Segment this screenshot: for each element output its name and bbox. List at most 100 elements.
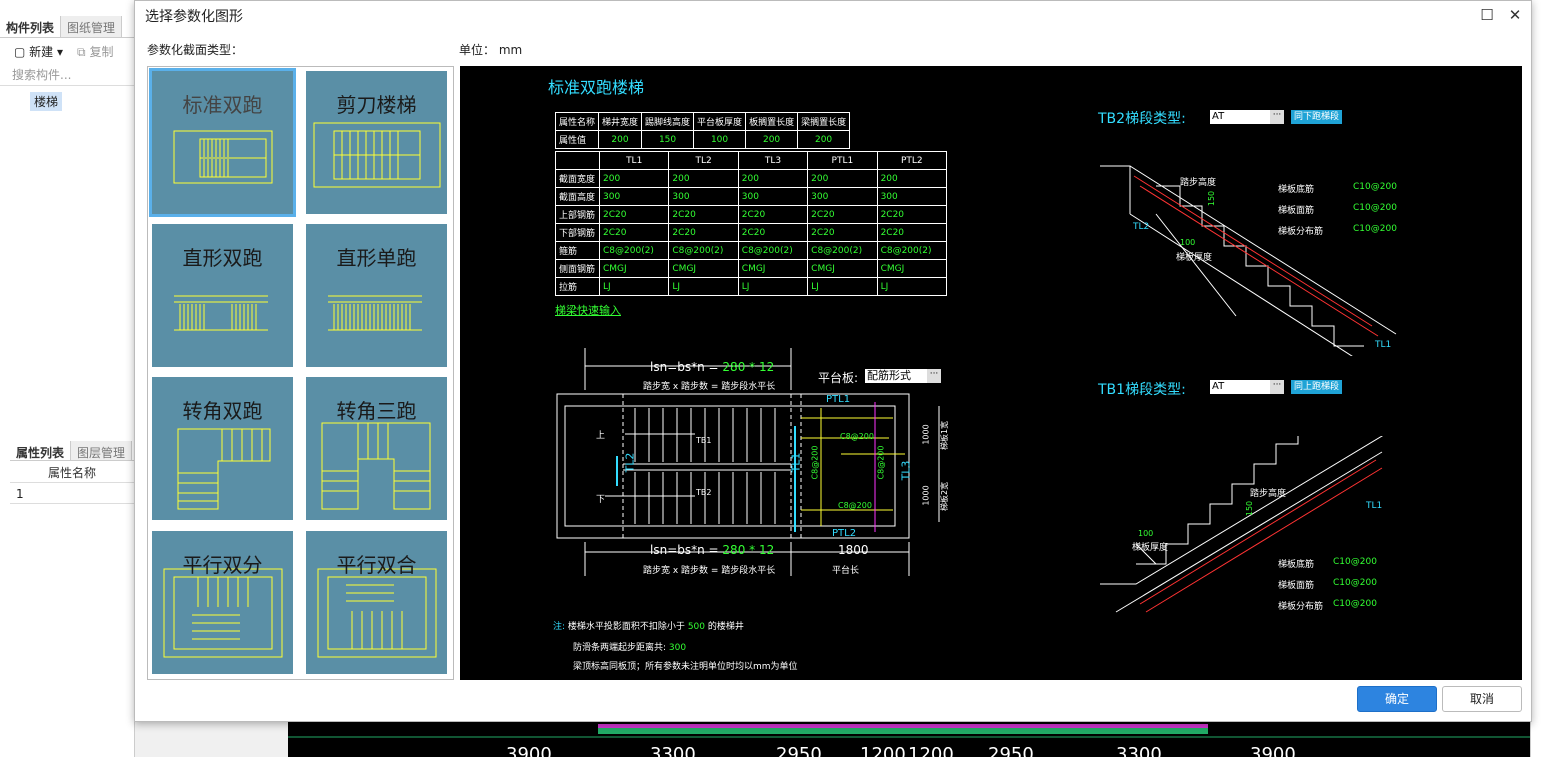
thumb-straight-double[interactable]: 直形双跑 <box>152 224 293 367</box>
close-icon[interactable]: ✕ <box>1505 5 1525 25</box>
beam-cell[interactable]: LJ <box>598 277 670 296</box>
drawing-canvas[interactable]: 3900 3300 2950 1200 1200 2950 3300 3900 <box>288 722 1530 757</box>
param-header: 平台板厚度 <box>693 112 747 131</box>
beam-cell[interactable]: LJ <box>807 277 878 296</box>
dim-label: 3300 <box>1116 744 1162 757</box>
tb1-bottom-value[interactable]: C10@200 <box>1333 557 1377 567</box>
param-value[interactable]: 100 <box>693 130 747 149</box>
beam-cell[interactable]: 2C20 <box>807 205 878 224</box>
thumb-straight-single[interactable]: 直形单跑 <box>306 224 447 367</box>
tb1-top-value[interactable]: C10@200 <box>1333 578 1377 588</box>
beam-table[interactable]: TL1 TL2 TL3 PTL1 PTL2 截面宽度 200 200 200 200 20… <box>555 151 948 296</box>
beam-cell[interactable]: LJ <box>737 277 809 296</box>
quick-input-link[interactable]: 梯梁快速输入 <box>555 302 621 318</box>
tb1-type-select[interactable]: AT <box>1210 380 1270 394</box>
note-stairwell-value[interactable]: 500 <box>688 622 705 632</box>
beam-cell[interactable]: C8@200(2) <box>737 241 809 260</box>
beam-cell[interactable]: 2C20 <box>598 223 670 242</box>
platform-rebar-select[interactable]: 配筋形式 <box>865 369 927 383</box>
tb1-h150: 150 <box>1245 500 1255 517</box>
tb1-step-height: 踏步高度 <box>1250 489 1287 499</box>
tb2-dist-value[interactable]: C10@200 <box>1353 224 1397 234</box>
param-value[interactable]: 200 <box>797 130 851 149</box>
tab-component-list[interactable]: 构件列表 <box>0 16 62 37</box>
tb1-dist-value[interactable]: C10@200 <box>1333 599 1377 609</box>
thumb-corner-double[interactable]: 转角双跑 <box>152 377 293 520</box>
beam-cell[interactable]: 200 <box>598 169 670 188</box>
tree-item-stairs[interactable]: 楼梯 <box>30 92 63 111</box>
beam-header <box>555 151 600 170</box>
thumb-parallel-split[interactable]: 平行双分 <box>152 531 293 674</box>
same-as-lower-button[interactable]: 同下跑梯段 <box>1291 110 1343 124</box>
beam-cell[interactable]: 2C20 <box>876 205 948 224</box>
beam-cell[interactable]: CMGJ <box>668 259 739 278</box>
tb2-more-button[interactable]: ··· <box>1270 110 1284 124</box>
beam-cell[interactable]: 300 <box>876 187 948 206</box>
same-as-upper-button[interactable]: 同上跑梯段 <box>1291 380 1343 394</box>
param-value[interactable]: 200 <box>745 130 799 149</box>
thumb-scissor[interactable]: 剪刀楼梯 <box>306 71 447 214</box>
tb2-t100: 100 <box>1180 238 1196 247</box>
tb1-more-button[interactable]: ··· <box>1270 380 1284 394</box>
beam-cell[interactable]: 200 <box>876 169 948 188</box>
thumb-corner-triple[interactable]: 转角三跑 <box>306 377 447 520</box>
tb2-type-select[interactable]: AT <box>1210 110 1270 124</box>
thumb-standard-double[interactable]: 标准双跑 <box>149 68 296 217</box>
beam-cell[interactable]: CMGJ <box>807 259 878 278</box>
beam-cell[interactable]: CMGJ <box>598 259 670 278</box>
tb1-tl1-label: TL1 <box>1366 501 1383 511</box>
copy-button[interactable]: ⧉ 复制 <box>77 43 113 60</box>
formula-top-value[interactable]: 280 * 12 <box>722 360 774 374</box>
beam-cell[interactable]: C8@200(2) <box>598 241 670 260</box>
cancel-button[interactable]: 取消 <box>1442 686 1522 712</box>
beam-cell[interactable]: C8@200(2) <box>876 241 948 260</box>
note-text: 的楼梯井 <box>707 622 744 632</box>
platform-length[interactable]: 1800 <box>838 543 869 557</box>
beam-row-label: 箍筋 <box>555 241 600 260</box>
beam-cell[interactable]: 2C20 <box>737 205 809 224</box>
param-header: 踢脚线高度 <box>641 112 695 131</box>
right-panel <box>1530 0 1550 757</box>
thumb-title: 平行双合 <box>336 553 417 577</box>
tb2-top-value[interactable]: C10@200 <box>1353 203 1397 213</box>
ok-button[interactable]: 确定 <box>1357 686 1437 712</box>
beam-cell[interactable]: 300 <box>668 187 739 206</box>
beam-cell[interactable]: C8@200(2) <box>668 241 739 260</box>
component-search-input[interactable]: 搜索构件... <box>0 64 134 86</box>
beam-cell[interactable]: LJ <box>876 277 948 296</box>
tb2-bottom-value[interactable]: C10@200 <box>1353 182 1397 192</box>
thumb-parallel-merge[interactable]: 平行双合 <box>306 531 447 674</box>
beam-cell[interactable]: 200 <box>737 169 809 188</box>
beam-cell[interactable]: 2C20 <box>737 223 809 242</box>
beam-cell[interactable]: 300 <box>737 187 809 206</box>
beam-cell[interactable]: C8@200(2) <box>807 241 878 260</box>
plan-tb1-label: TB1 <box>696 436 712 445</box>
beam-cell[interactable]: 2C20 <box>668 205 739 224</box>
tab-property-list[interactable]: 属性列表 <box>10 441 72 460</box>
beam-cell[interactable]: 200 <box>807 169 878 188</box>
beam-cell[interactable]: 2C20 <box>807 223 878 242</box>
note-antislip-value[interactable]: 300 <box>669 643 686 653</box>
beam-cell[interactable]: 300 <box>807 187 878 206</box>
beam-cell[interactable]: 200 <box>668 169 739 188</box>
beam-cell[interactable]: CMGJ <box>876 259 948 278</box>
beam-cell[interactable]: LJ <box>668 277 739 296</box>
tab-layer-management[interactable]: 图层管理 <box>71 441 133 460</box>
formula-bottom-value[interactable]: 280 * 12 <box>722 543 774 557</box>
beam-cell[interactable]: CMGJ <box>737 259 809 278</box>
platform-more-button[interactable]: ··· <box>927 369 941 383</box>
tab-drawing-management[interactable]: 图纸管理 <box>61 16 123 37</box>
component-toolbar: ▢ 新建 ▾ ⧉ 复制 <box>0 38 134 64</box>
maximize-icon[interactable]: ☐ <box>1477 5 1497 25</box>
formula-top: lsn=bs*n = 280 * 12 <box>650 360 774 374</box>
new-button[interactable]: ▢ 新建 ▾ <box>14 43 63 60</box>
beam-cell[interactable]: 2C20 <box>668 223 739 242</box>
params-table[interactable]: 属性名称 梯井宽度 踢脚线高度 平台板厚度 板搁置长度 梁搁置长度 属性值 20… <box>554 112 851 149</box>
beam-cell[interactable]: 2C20 <box>876 223 948 242</box>
param-value[interactable]: 200 <box>598 130 643 149</box>
param-value[interactable]: 150 <box>641 130 695 149</box>
beam-row: 截面高度 300 300 300 300 300 <box>555 187 948 206</box>
beam-cell[interactable]: 300 <box>598 187 670 206</box>
property-row[interactable]: 1 <box>10 484 134 504</box>
beam-cell[interactable]: 2C20 <box>598 205 670 224</box>
